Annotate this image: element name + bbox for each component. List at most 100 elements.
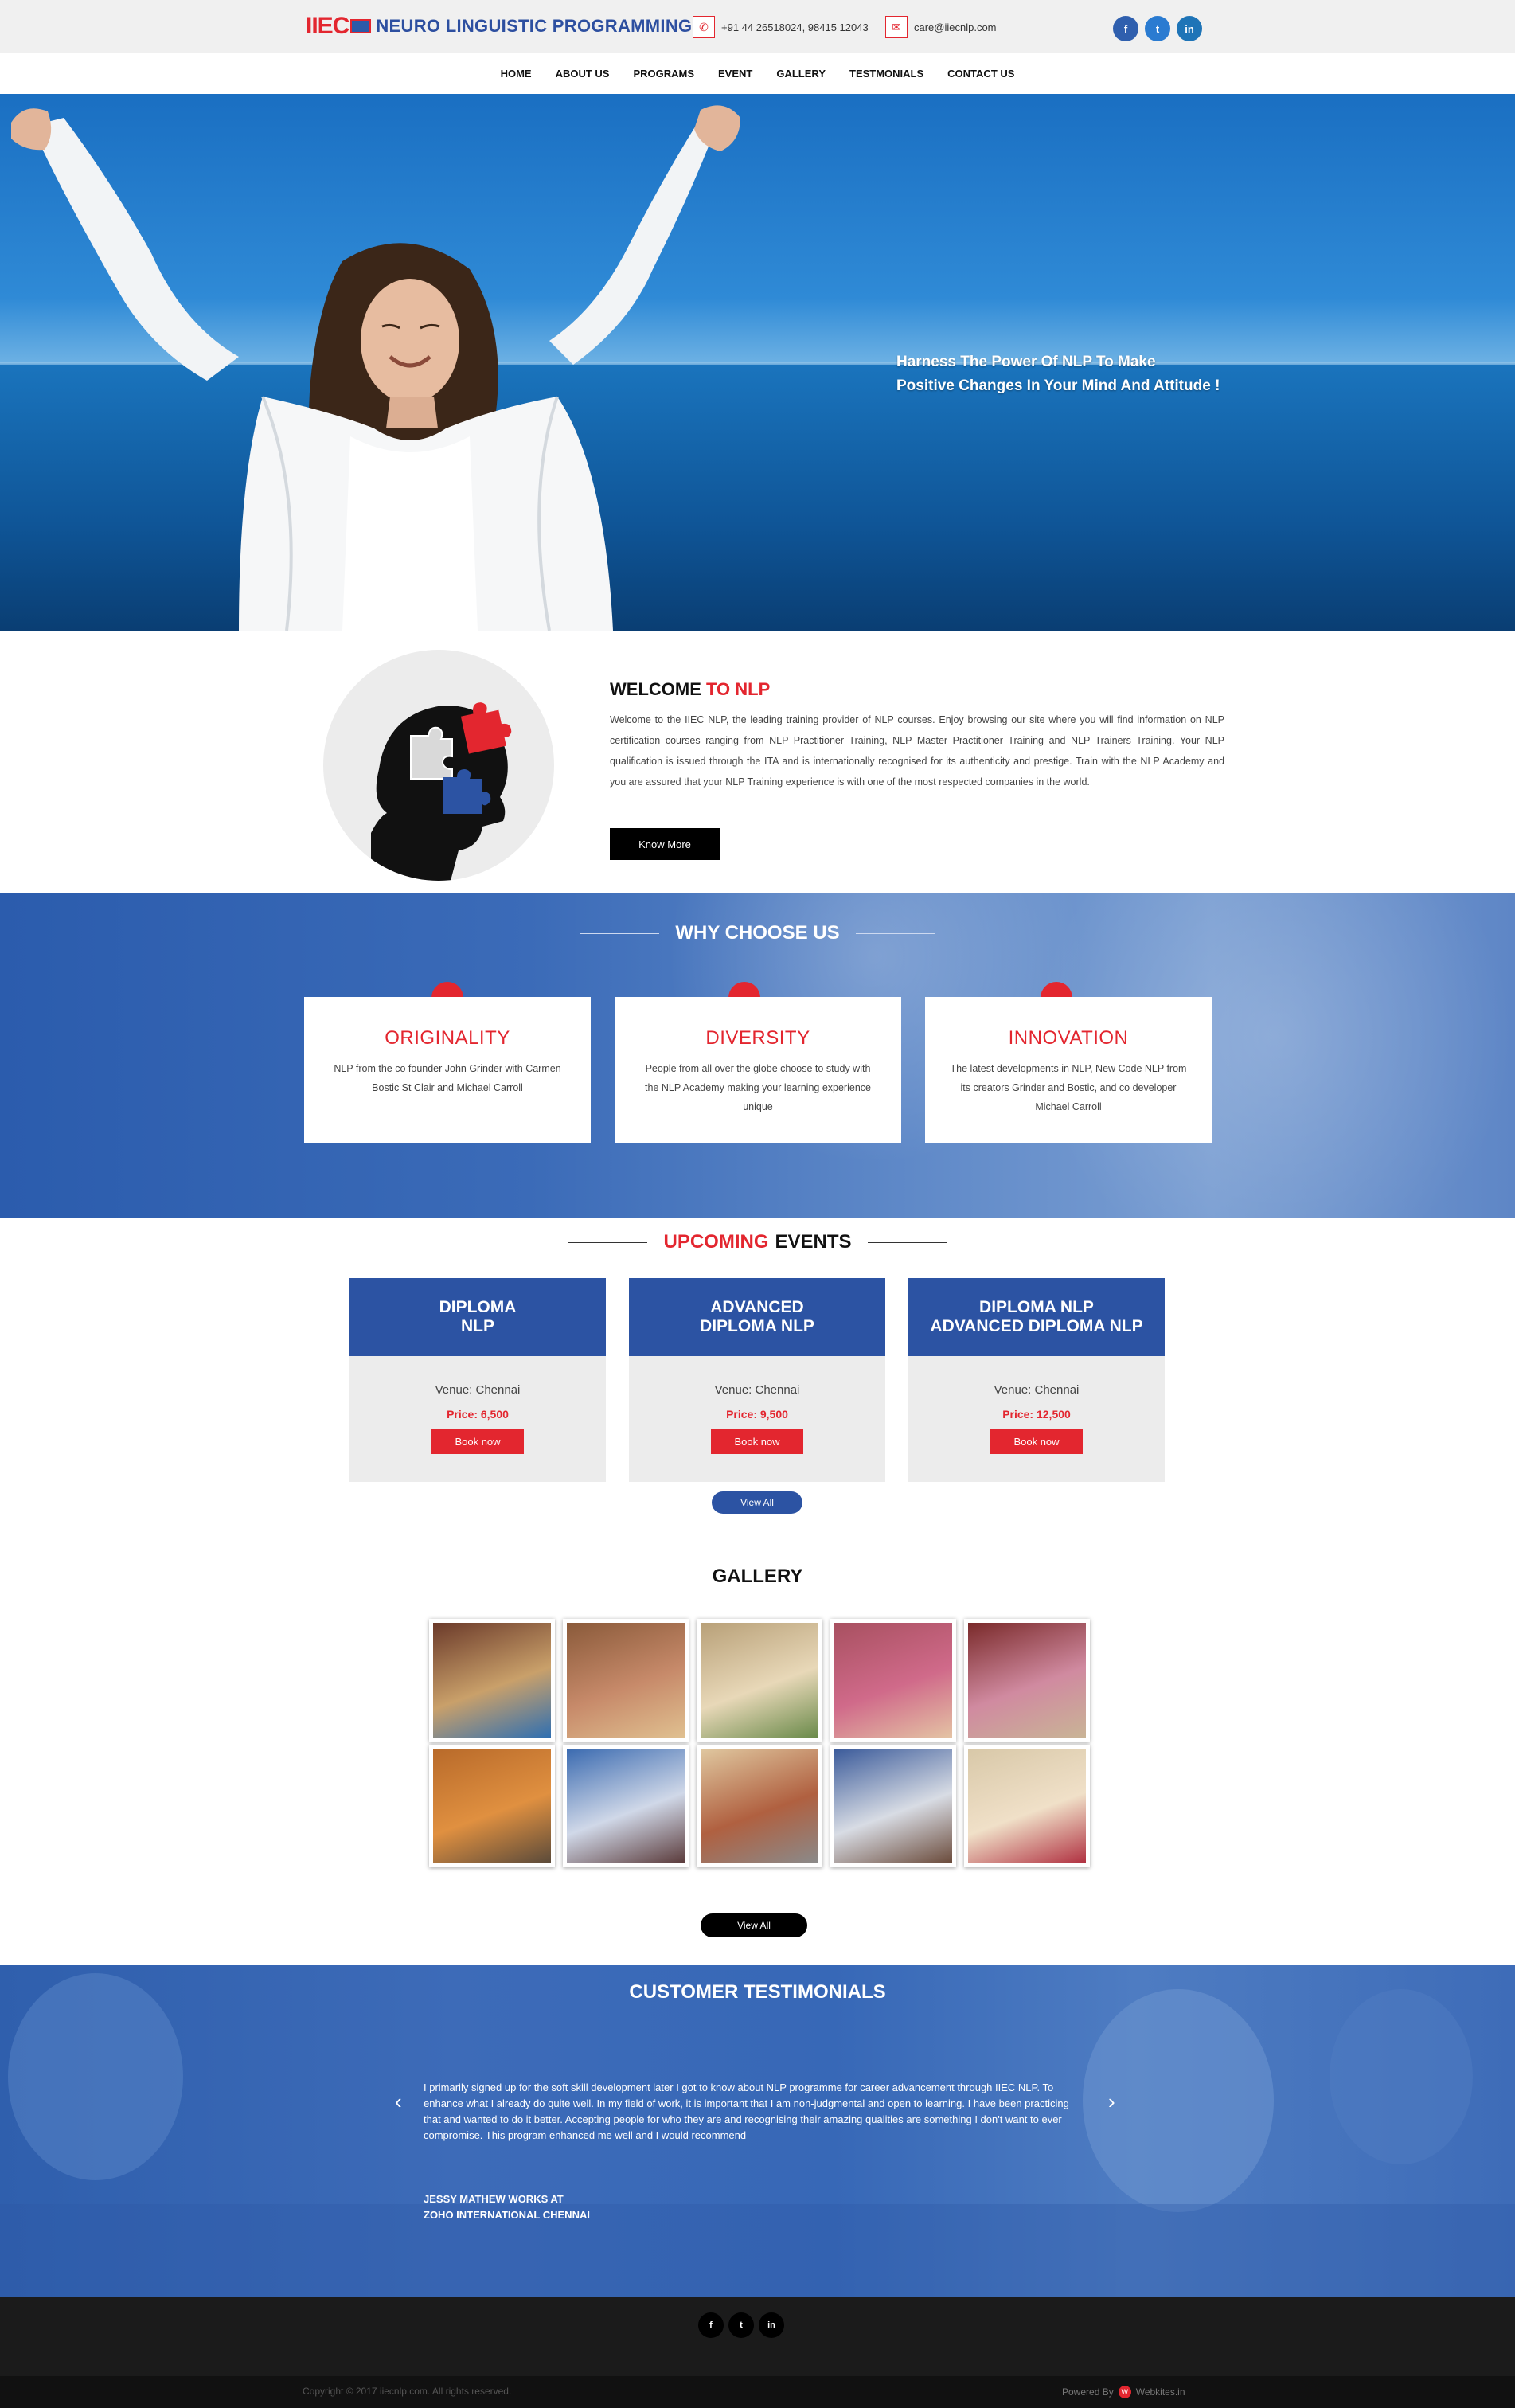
nav-item-about[interactable]: ABOUT US <box>544 68 622 80</box>
why-card-text: The latest developments in NLP, New Code… <box>950 1063 1187 1112</box>
welcome-title: WELCOME TO NLP <box>610 679 770 700</box>
gallery-photo <box>433 1749 551 1863</box>
nav-item-programs[interactable]: PROGRAMS <box>621 68 706 80</box>
gallery-thumbnail[interactable] <box>964 1619 1090 1742</box>
why-title-text: WHY CHOOSE US <box>675 922 840 944</box>
events-title: UPCOMING EVENTS <box>0 1231 1515 1253</box>
linkedin-icon[interactable]: in <box>1177 16 1202 41</box>
webkites-logo-icon: W <box>1118 2386 1131 2398</box>
book-now-button[interactable]: Book now <box>990 1429 1083 1454</box>
nav-item-home[interactable]: HOME <box>489 68 544 80</box>
chevron-right-icon[interactable]: › <box>1108 2089 1115 2114</box>
nav-item-event[interactable]: EVENT <box>706 68 764 80</box>
twitter-icon[interactable]: t <box>1145 16 1170 41</box>
gallery-thumbnail[interactable] <box>697 1745 822 1867</box>
why-card-text: NLP from the co founder John Grinder wit… <box>334 1063 561 1093</box>
contact-phone[interactable]: ✆ +91 44 26518024, 98415 12043 <box>693 16 869 38</box>
powered-by-name: Webkites.in <box>1135 2386 1185 2398</box>
header-social: f t in <box>1113 16 1202 41</box>
nav-item-gallery[interactable]: GALLERY <box>764 68 838 80</box>
gallery-photo <box>834 1623 952 1738</box>
testimonial-author-line2: ZOHO INTERNATIONAL CHENNAI <box>424 2209 590 2221</box>
hero-tagline-line2: Positive Changes In Your Mind And Attitu… <box>896 377 1220 394</box>
event-venue: Venue: Chennai <box>994 1383 1080 1397</box>
gallery-photo <box>834 1749 952 1863</box>
logo-text: NEURO LINGUISTIC PROGRAMMING <box>376 16 693 36</box>
gallery-thumbnail[interactable] <box>563 1745 689 1867</box>
footer-linkedin-icon[interactable]: in <box>759 2312 784 2338</box>
hero-banner: Harness The Power Of NLP To Make Positiv… <box>0 94 1515 631</box>
footer-twitter-icon[interactable]: t <box>728 2312 754 2338</box>
powered-by[interactable]: Powered By W Webkites.in <box>1062 2386 1185 2398</box>
gallery-thumbnail[interactable] <box>563 1619 689 1742</box>
event-name-line1: DIPLOMA NLP <box>979 1298 1094 1316</box>
gallery-photo <box>701 1749 818 1863</box>
gallery-view-all-button[interactable]: View All <box>701 1914 807 1937</box>
event-price: Price: 6,500 <box>447 1408 509 1421</box>
book-now-button[interactable]: Book now <box>431 1429 524 1454</box>
gallery-title-text: GALLERY <box>712 1566 803 1587</box>
event-card: ADVANCED DIPLOMA NLP Venue: Chennai Price… <box>629 1278 885 1482</box>
why-card-originality: ORIGINALITY NLP from the co founder John… <box>304 997 591 1143</box>
event-venue: Venue: Chennai <box>435 1383 521 1397</box>
gallery-thumbnail[interactable] <box>429 1619 555 1742</box>
event-price: Price: 12,500 <box>1002 1408 1071 1421</box>
phone-icon: ✆ <box>693 16 715 38</box>
why-card-title: ORIGINALITY <box>385 1027 510 1049</box>
event-card-header: DIPLOMA NLP ADVANCED DIPLOMA NLP <box>908 1278 1165 1356</box>
gallery-thumbnail[interactable] <box>429 1745 555 1867</box>
events-view-all-button[interactable]: View All <box>712 1491 802 1514</box>
mail-icon: ✉ <box>885 16 908 38</box>
phone-text: +91 44 26518024, 98415 12043 <box>721 21 869 33</box>
logo-mark: IIEC <box>306 13 349 39</box>
footer-facebook-icon[interactable]: f <box>698 2312 724 2338</box>
welcome-title-red: TO NLP <box>706 679 771 699</box>
gallery-photo <box>567 1749 685 1863</box>
why-card-diversity: DIVERSITY People from all over the globe… <box>615 997 901 1143</box>
gallery-photo <box>433 1623 551 1738</box>
welcome-text: Welcome to the IIEC NLP, the leading tra… <box>610 714 1224 788</box>
bottom-bar <box>0 2376 1515 2408</box>
event-card-header: ADVANCED DIPLOMA NLP <box>629 1278 885 1356</box>
event-name-line2: DIPLOMA NLP <box>700 1317 814 1335</box>
hero-tagline-line1: Harness The Power Of NLP To Make <box>896 354 1156 370</box>
title-divider <box>568 1241 648 1243</box>
event-price: Price: 9,500 <box>726 1408 788 1421</box>
testimonial-quote: I primarily signed up for the soft skill… <box>424 2082 1069 2141</box>
event-name-line2: NLP <box>460 1317 494 1335</box>
nav-item-contact[interactable]: CONTACT US <box>935 68 1026 80</box>
book-now-button[interactable]: Book now <box>711 1429 803 1454</box>
gallery-photo <box>567 1623 685 1738</box>
event-card: DIPLOMA NLP ADVANCED DIPLOMA NLP Venue: C… <box>908 1278 1165 1482</box>
footer <box>0 2297 1515 2376</box>
hero-woman-image <box>11 105 740 631</box>
gallery-photo <box>701 1623 818 1738</box>
events-title-black: EVENTS <box>775 1231 852 1253</box>
event-name-line1: ADVANCED <box>710 1298 804 1316</box>
welcome-illustration <box>323 650 554 881</box>
chevron-left-icon[interactable]: ‹ <box>395 2089 402 2114</box>
testimonial-author-line1: JESSY MATHEW WORKS AT <box>424 2193 564 2205</box>
gallery-thumbnail[interactable] <box>830 1619 956 1742</box>
gallery-thumbnail[interactable] <box>830 1745 956 1867</box>
gallery-title: GALLERY <box>0 1566 1515 1588</box>
logo-flag-icon <box>350 19 372 33</box>
top-bar: IIEC NEURO LINGUISTIC PROGRAMMING ✆ +91 … <box>0 0 1515 53</box>
why-title: WHY CHOOSE US <box>0 922 1515 944</box>
gallery-thumbnail[interactable] <box>964 1745 1090 1867</box>
copyright-text: Copyright © 2017 iiecnlp.com. All rights… <box>303 2386 512 2397</box>
nav-item-testimonials[interactable]: TESTMONIALS <box>838 68 935 80</box>
know-more-button[interactable]: Know More <box>610 828 720 860</box>
welcome-title-black: WELCOME <box>610 679 701 699</box>
facebook-icon[interactable]: f <box>1113 16 1138 41</box>
email-text: care@iiecnlp.com <box>914 21 997 33</box>
event-card: DIPLOMA NLP Venue: Chennai Price: 6,500 B… <box>349 1278 606 1482</box>
why-card-text: People from all over the globe choose to… <box>645 1063 871 1112</box>
why-card-title: INNOVATION <box>1008 1027 1129 1049</box>
contact-email[interactable]: ✉ care@iiecnlp.com <box>885 16 997 38</box>
event-venue: Venue: Chennai <box>714 1383 800 1397</box>
powered-by-label: Powered By <box>1062 2386 1114 2398</box>
logo[interactable]: IIEC NEURO LINGUISTIC PROGRAMMING <box>306 13 692 40</box>
gallery-thumbnail[interactable] <box>697 1619 822 1742</box>
title-divider <box>580 932 660 934</box>
